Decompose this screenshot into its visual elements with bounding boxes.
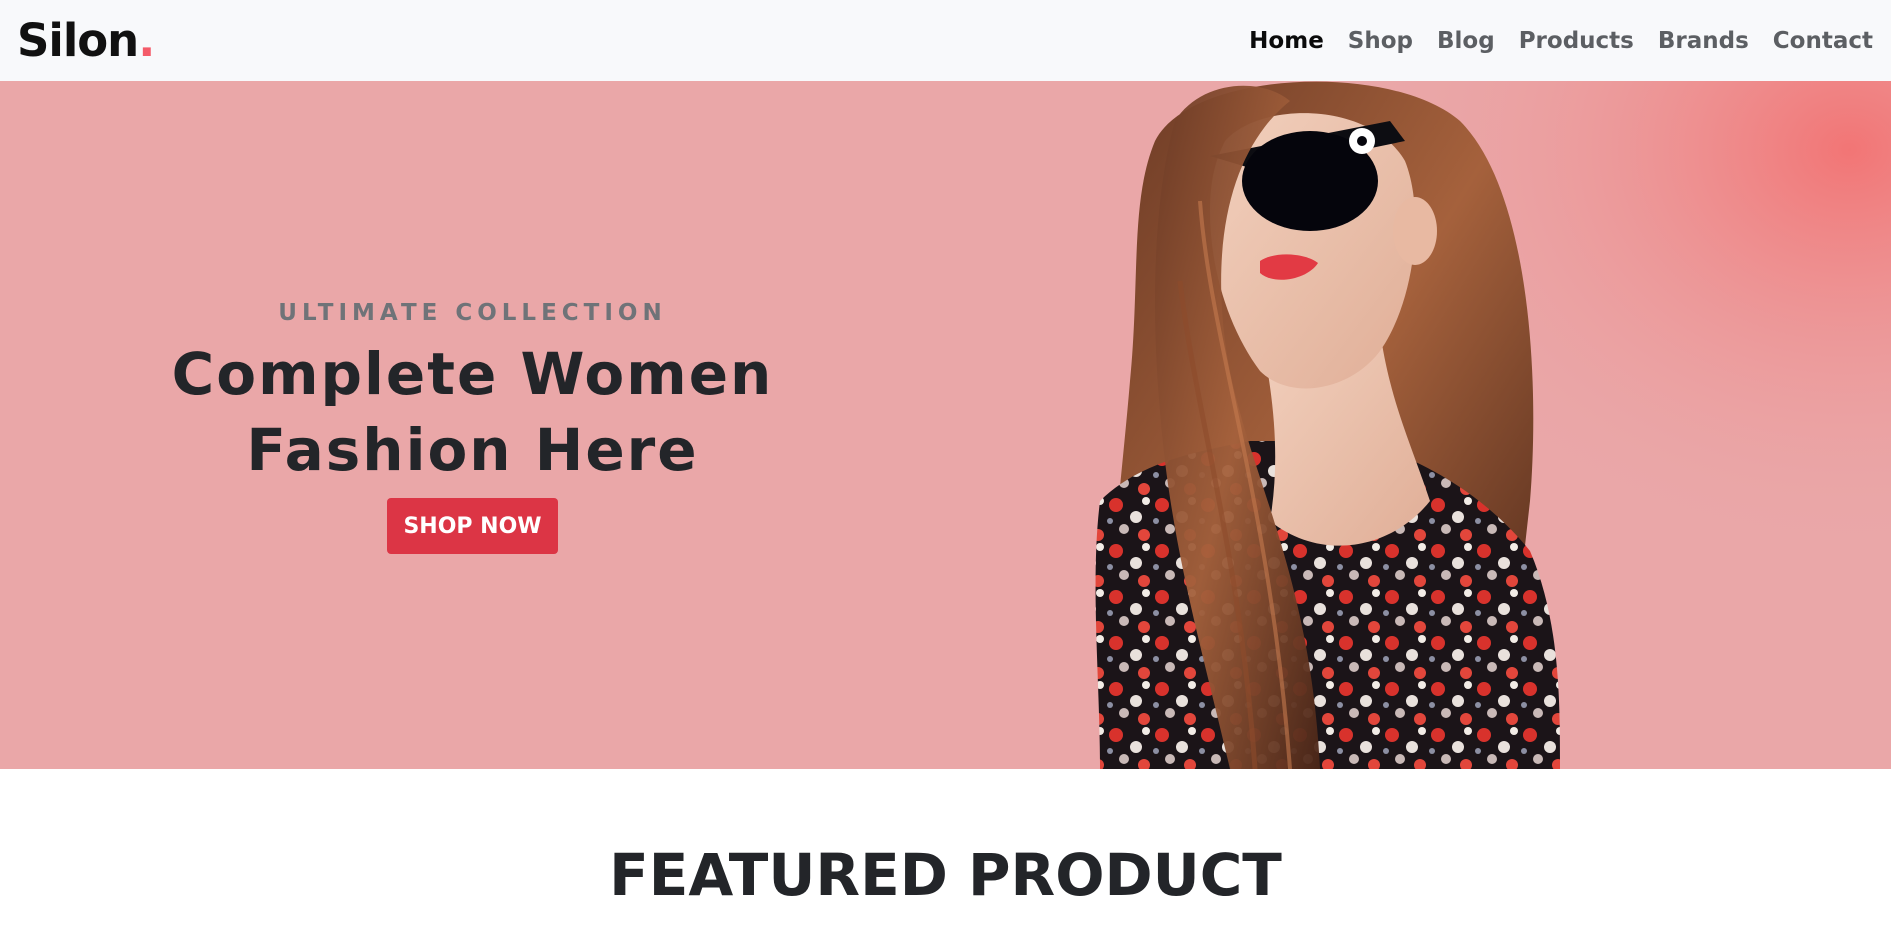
brand-dot: . — [138, 14, 155, 67]
nav-link-blog[interactable]: Blog — [1437, 28, 1495, 54]
hero-text-block: ULTIMATE COLLECTION Complete Women Fashi… — [0, 81, 945, 769]
nav-links: Home Shop Blog Products Brands Contact — [1225, 28, 1873, 54]
nav-link-brands[interactable]: Brands — [1658, 28, 1749, 54]
hero-banner: ULTIMATE COLLECTION Complete Women Fashi… — [0, 81, 1891, 769]
hero-kicker: ULTIMATE COLLECTION — [278, 300, 667, 326]
nav-link-shop[interactable]: Shop — [1348, 28, 1413, 54]
nav-link-products[interactable]: Products — [1519, 28, 1634, 54]
featured-section: FEATURED PRODUCT — [0, 769, 1891, 936]
navbar: Silon. Home Shop Blog Products Brands Co… — [0, 0, 1891, 81]
brand-logo[interactable]: Silon. — [17, 14, 155, 67]
brand-name: Silon — [17, 14, 139, 67]
hero-title: Complete Women Fashion Here — [171, 340, 774, 484]
nav-link-home[interactable]: Home — [1249, 28, 1324, 54]
nav-link-contact[interactable]: Contact — [1773, 28, 1873, 54]
featured-title: FEATURED PRODUCT — [609, 841, 1282, 909]
hero-model-image — [1060, 81, 1891, 769]
shop-now-button[interactable]: SHOP NOW — [387, 498, 558, 554]
